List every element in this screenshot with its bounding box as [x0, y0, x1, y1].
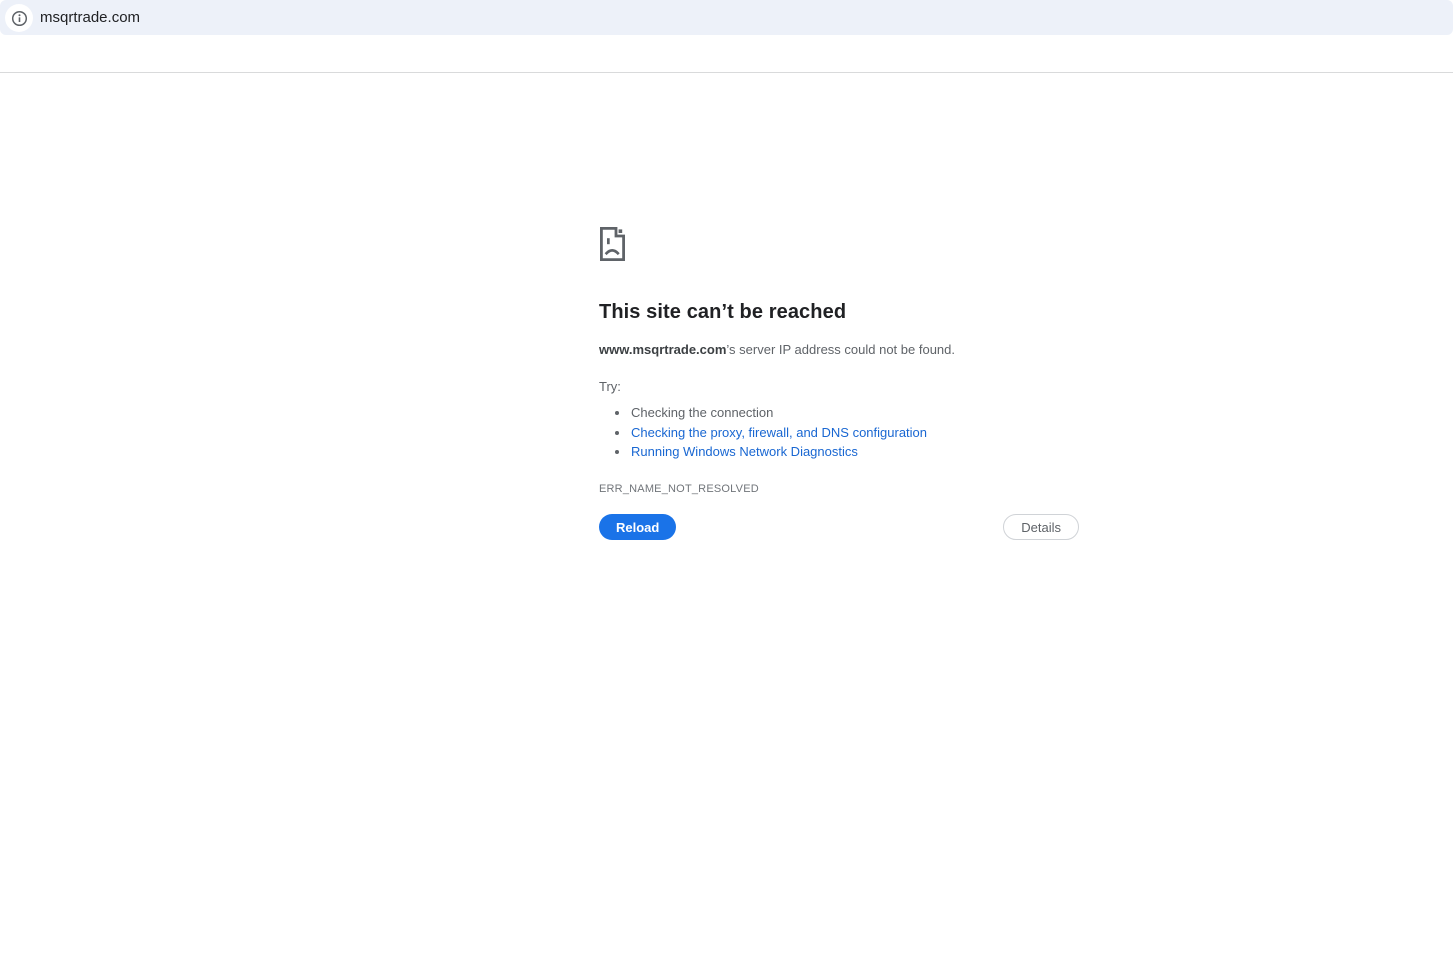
suggestion-proxy-firewall-dns: Checking the proxy, firewall, and DNS co…: [630, 423, 1079, 443]
error-title: This site can’t be reached: [599, 301, 847, 323]
address-bar[interactable]: msqrtrade.com: [0, 0, 1453, 35]
error-description-rest: ’s server IP address could not be found.: [726, 342, 955, 357]
details-button[interactable]: Details: [1003, 514, 1079, 540]
proxy-firewall-dns-link[interactable]: Checking the proxy, firewall, and DNS co…: [631, 425, 927, 440]
suggestion-text: Checking the connection: [631, 405, 774, 420]
suggestion-network-diagnostics: Running Windows Network Diagnostics: [630, 442, 1079, 462]
error-description: www.msqrtrade.com’s server IP address co…: [599, 341, 1079, 358]
try-label: Try:: [599, 379, 621, 394]
toolbar-divider: [0, 72, 1453, 73]
info-icon: [11, 10, 28, 27]
sad-file-icon: [599, 226, 1079, 262]
reload-button[interactable]: Reload: [599, 514, 677, 540]
suggestions-list: Checking the connection Checking the pro…: [599, 403, 1079, 462]
suggestion-check-connection: Checking the connection: [630, 403, 1079, 423]
error-code: ERR_NAME_NOT_RESOLVED: [599, 482, 759, 495]
error-domain: www.msqrtrade.com: [599, 342, 727, 357]
url-text[interactable]: msqrtrade.com: [40, 0, 140, 35]
site-info-button[interactable]: [5, 4, 33, 32]
network-diagnostics-link[interactable]: Running Windows Network Diagnostics: [631, 444, 858, 459]
error-page-content: This site can’t be reached www.msqrtrade…: [599, 226, 1079, 495]
buttons-row: Reload Details: [599, 514, 1079, 540]
